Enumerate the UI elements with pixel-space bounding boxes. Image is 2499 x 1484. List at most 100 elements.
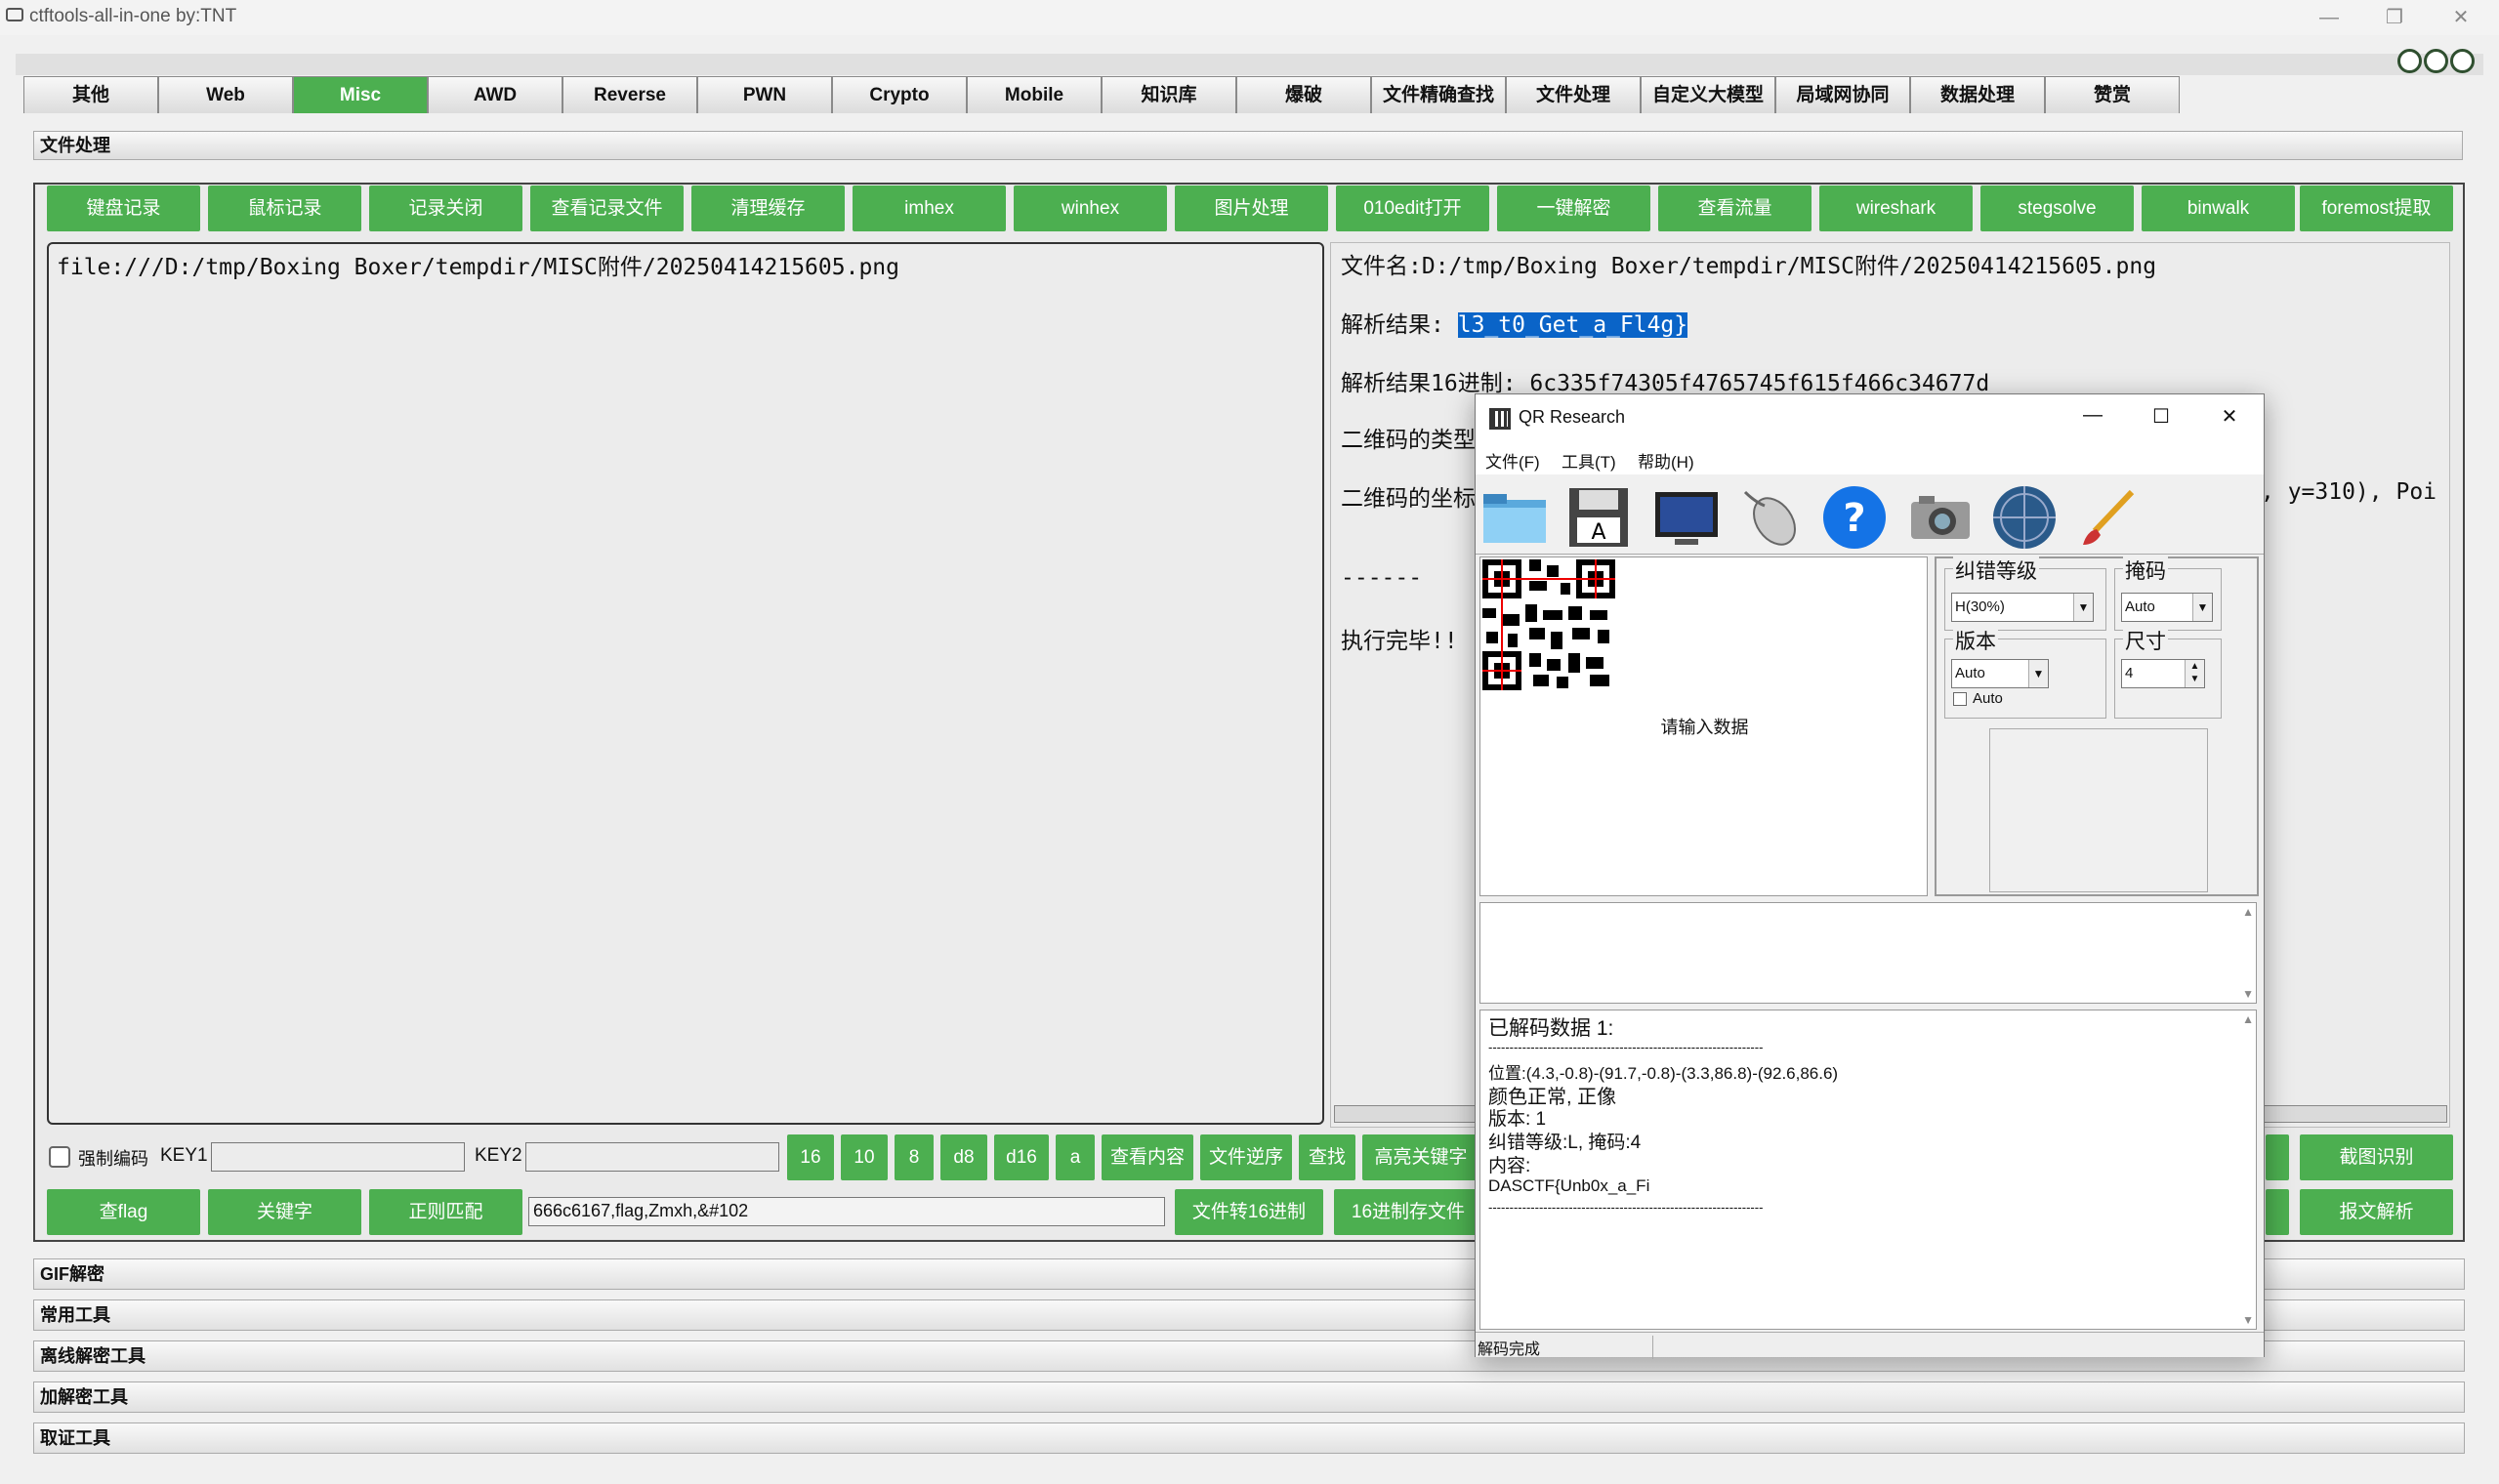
- a-button[interactable]: a: [1056, 1134, 1095, 1180]
- force-encoding-checkbox[interactable]: [49, 1146, 70, 1168]
- folder-icon[interactable]: [1479, 482, 1550, 553]
- size-spinner[interactable]: 4 ▲ ▼: [2121, 659, 2205, 688]
- tab-knowledge[interactable]: 知识库: [1102, 76, 1236, 113]
- decoded-version: 版本: 1: [1488, 1109, 1547, 1130]
- foremost-extract-button[interactable]: foremost提取: [2300, 186, 2453, 231]
- tab-file-search[interactable]: 文件精确查找: [1371, 76, 1506, 113]
- circle-icon[interactable]: [2450, 49, 2475, 73]
- file-to-hex-button[interactable]: 文件转16进制: [1175, 1189, 1323, 1235]
- accordion-encrypt-decrypt-tools[interactable]: 加解密工具: [33, 1381, 2465, 1413]
- imhex-button[interactable]: imhex: [853, 186, 1006, 231]
- restore-button[interactable]: ❐: [2375, 2, 2414, 33]
- key2-label: KEY2: [475, 1145, 522, 1166]
- view-traffic-button[interactable]: 查看流量: [1658, 186, 1812, 231]
- key2-input[interactable]: [525, 1142, 779, 1172]
- tab-file-processing[interactable]: 文件处理: [1506, 76, 1641, 113]
- base-16-button[interactable]: 16: [787, 1134, 834, 1180]
- mouse-icon[interactable]: [1735, 482, 1806, 553]
- d16-button[interactable]: d16: [994, 1134, 1049, 1180]
- qr-minimize-button[interactable]: —: [2073, 404, 2112, 433]
- highlight-keyword-button[interactable]: 高亮关键字: [1362, 1134, 1479, 1180]
- circle-icon[interactable]: [2424, 49, 2448, 73]
- d8-button[interactable]: d8: [940, 1134, 987, 1180]
- qr-canvas[interactable]: 请输入数据: [1479, 556, 1928, 896]
- view-content-button[interactable]: 查看内容: [1102, 1134, 1193, 1180]
- auto-checkbox-label: Auto: [1973, 690, 2003, 707]
- auto-checkbox[interactable]: [1953, 692, 1967, 706]
- file-reverse-button[interactable]: 文件逆序: [1200, 1134, 1292, 1180]
- tab-mobile[interactable]: Mobile: [967, 76, 1102, 113]
- tab-web[interactable]: Web: [158, 76, 293, 113]
- tab-bruteforce[interactable]: 爆破: [1236, 76, 1371, 113]
- hidden-button-partial[interactable]: [2266, 1189, 2289, 1235]
- help-icon[interactable]: ?: [1819, 482, 1890, 553]
- menu-tools[interactable]: 工具(T): [1562, 448, 1616, 473]
- tab-awd[interactable]: AWD: [428, 76, 562, 113]
- image-processing-button[interactable]: 图片处理: [1175, 186, 1328, 231]
- circle-icon[interactable]: [2397, 49, 2422, 73]
- hex-save-file-button[interactable]: 16进制存文件: [1334, 1189, 1482, 1235]
- size-group: 尺寸 4 ▲ ▼: [2114, 626, 2222, 719]
- result-value[interactable]: l3_t0_Get_a_Fl4g}: [1457, 312, 1688, 338]
- qr-decode-output[interactable]: 已解码数据 1: -------------------------------…: [1479, 1010, 2257, 1330]
- packet-parse-button[interactable]: 报文解析: [2300, 1189, 2453, 1235]
- winhex-button[interactable]: winhex: [1014, 186, 1167, 231]
- qr-input-textarea[interactable]: ▲ ▼: [1479, 902, 2257, 1004]
- close-button[interactable]: ✕: [2441, 2, 2480, 33]
- stegsolve-button[interactable]: stegsolve: [1980, 186, 2134, 231]
- 010editor-open-button[interactable]: 010edit打开: [1336, 186, 1489, 231]
- monitor-icon[interactable]: [1651, 482, 1722, 553]
- tab-lan-collab[interactable]: 局域网协同: [1775, 76, 1910, 113]
- hidden-button-partial[interactable]: [2266, 1134, 2289, 1180]
- file-path-textarea[interactable]: file:///D:/tmp/Boxing Boxer/tempdir/MISC…: [47, 242, 1324, 1125]
- base-10-button[interactable]: 10: [841, 1134, 888, 1180]
- tab-custom-llm[interactable]: 自定义大模型: [1641, 76, 1775, 113]
- tab-other[interactable]: 其他: [23, 76, 158, 113]
- globe-icon[interactable]: [1989, 482, 2060, 553]
- view-record-file-button[interactable]: 查看记录文件: [530, 186, 684, 231]
- find-flag-button[interactable]: 查flag: [47, 1189, 200, 1235]
- decoded-content-label: 内容:: [1488, 1156, 1531, 1176]
- tab-reverse[interactable]: Reverse: [562, 76, 697, 113]
- qr-settings-panel: 纠错等级 H(30%) ▼ 掩码 Auto ▼ 版本 Auto ▼ Auto 尺寸 4…: [1935, 556, 2259, 896]
- clear-cache-button[interactable]: 清理缓存: [691, 186, 845, 231]
- save-icon[interactable]: A: [1563, 482, 1634, 553]
- search-terms-input[interactable]: 666c6167,flag,Zmxh,&#102: [528, 1197, 1165, 1226]
- svg-text:A: A: [1591, 520, 1605, 545]
- accordion-forensics-tools[interactable]: 取证工具: [33, 1422, 2465, 1454]
- tab-pwn[interactable]: PWN: [697, 76, 832, 113]
- menu-file[interactable]: 文件(F): [1485, 448, 1540, 473]
- screenshot-recognize-button[interactable]: 截图识别: [2300, 1134, 2453, 1180]
- version-select[interactable]: Auto ▼: [1951, 659, 2049, 688]
- scroll-down-icon[interactable]: ▼: [2242, 1313, 2254, 1327]
- tab-donate[interactable]: 赞赏: [2045, 76, 2180, 113]
- menu-help[interactable]: 帮助(H): [1638, 448, 1694, 473]
- scroll-up-icon[interactable]: ▲: [2242, 905, 2254, 919]
- ecc-select[interactable]: H(30%) ▼: [1951, 593, 2094, 622]
- tab-crypto[interactable]: Crypto: [832, 76, 967, 113]
- base-8-button[interactable]: 8: [895, 1134, 934, 1180]
- tab-misc[interactable]: Misc: [293, 76, 428, 113]
- app-icon: [6, 8, 23, 21]
- binwalk-button[interactable]: binwalk: [2142, 186, 2295, 231]
- mask-select[interactable]: Auto ▼: [2121, 593, 2213, 622]
- scroll-up-icon[interactable]: ▲: [2242, 1012, 2254, 1026]
- key1-input[interactable]: [211, 1142, 465, 1172]
- minimize-button[interactable]: —: [2310, 2, 2349, 33]
- keyword-button[interactable]: 关键字: [208, 1189, 361, 1235]
- camera-icon[interactable]: [1905, 482, 1976, 553]
- find-button[interactable]: 查找: [1299, 1134, 1355, 1180]
- mouse-record-button[interactable]: 鼠标记录: [208, 186, 361, 231]
- one-click-decrypt-button[interactable]: 一键解密: [1497, 186, 1650, 231]
- section-header[interactable]: 文件处理: [33, 131, 2463, 160]
- tab-data-processing[interactable]: 数据处理: [1910, 76, 2045, 113]
- scroll-down-icon[interactable]: ▼: [2242, 987, 2254, 1001]
- mask-value: Auto: [2125, 598, 2155, 615]
- qr-maximize-button[interactable]: ☐: [2142, 404, 2181, 433]
- regex-match-button[interactable]: 正则匹配: [369, 1189, 522, 1235]
- brush-icon[interactable]: [2073, 482, 2144, 553]
- keyboard-record-button[interactable]: 键盘记录: [47, 186, 200, 231]
- qr-close-button[interactable]: ✕: [2210, 404, 2249, 433]
- record-close-button[interactable]: 记录关闭: [369, 186, 522, 231]
- wireshark-button[interactable]: wireshark: [1819, 186, 1973, 231]
